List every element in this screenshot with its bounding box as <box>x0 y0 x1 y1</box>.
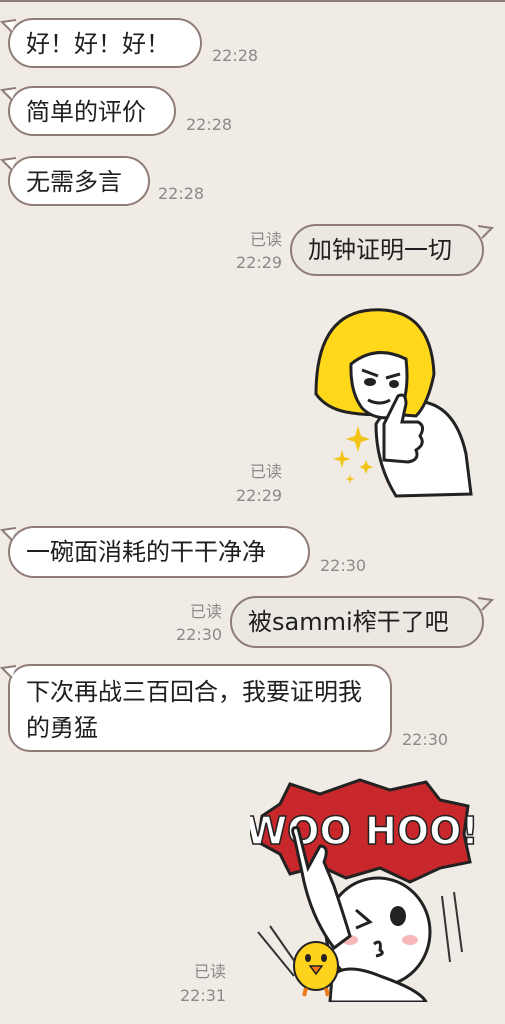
bubble-tail <box>478 597 494 611</box>
read-status: 已读 <box>189 602 222 621</box>
message-time: 22:28 <box>186 115 233 134</box>
message-bubble[interactable]: 加钟证明一切 <box>290 224 484 276</box>
read-status: 已读 <box>249 230 282 249</box>
bubble-tail <box>0 19 16 33</box>
read-status: 已读 <box>249 462 282 481</box>
bubble-tail <box>0 665 16 679</box>
bubble-tail <box>478 225 494 239</box>
woo-hoo-sticker[interactable]: WOO HOO! <box>250 776 476 1002</box>
message-text: 一碗面消耗的干干净净 <box>26 538 266 566</box>
message-text: 加钟证明一切 <box>308 236 452 264</box>
message-time: 22:28 <box>212 46 259 65</box>
message-time: 22:30 <box>320 556 367 575</box>
message-text: 被sammi榨干了吧 <box>248 608 449 636</box>
message-bubble[interactable]: 被sammi榨干了吧 <box>230 596 484 648</box>
bubble-tail <box>0 87 16 101</box>
bubble-tail <box>0 527 16 541</box>
read-status: 已读 <box>193 962 226 981</box>
top-divider <box>0 0 505 2</box>
blonde-girl-thumbs-up-sticker[interactable] <box>306 304 478 502</box>
message-text: 下次再战三百回合，我要证明我的勇猛 <box>26 678 362 742</box>
message-bubble[interactable]: 简单的评价 <box>8 86 176 136</box>
message-bubble[interactable]: 下次再战三百回合，我要证明我的勇猛 <box>8 664 392 752</box>
message-bubble[interactable]: 无需多言 <box>8 156 150 206</box>
message-time: 22:28 <box>158 184 205 203</box>
message-text: 好！好！好！ <box>26 30 170 58</box>
message-time: 22:29 <box>236 486 283 505</box>
message-bubble[interactable]: 好！好！好！ <box>8 18 202 68</box>
sticker-text: WOO HOO! <box>250 809 476 853</box>
message-bubble[interactable]: 一碗面消耗的干干净净 <box>8 526 310 578</box>
message-time: 22:29 <box>236 253 283 272</box>
bubble-tail <box>0 157 16 171</box>
message-text: 无需多言 <box>26 168 122 196</box>
message-time: 22:30 <box>176 625 223 644</box>
message-time: 22:31 <box>180 986 227 1005</box>
message-text: 简单的评价 <box>26 98 146 126</box>
message-time: 22:30 <box>402 730 449 749</box>
